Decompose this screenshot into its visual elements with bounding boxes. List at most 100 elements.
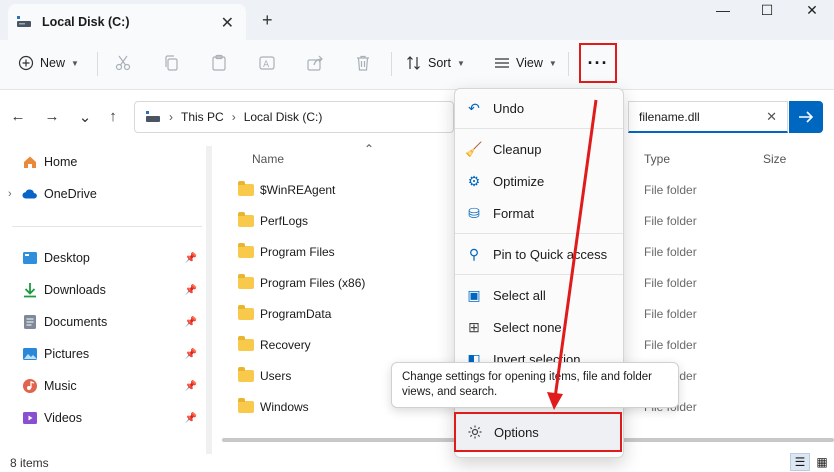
menu-item-cleanup[interactable]: 🧹 Cleanup [455, 134, 623, 164]
breadcrumb-chevron-icon: › [169, 110, 173, 124]
sidebar-item-desktop[interactable]: Desktop 📌 [0, 244, 205, 272]
column-header-type[interactable]: Type [644, 152, 670, 166]
new-tab-button[interactable]: + [262, 10, 273, 31]
column-header-name[interactable]: Name [252, 152, 284, 166]
gear-icon [466, 423, 484, 441]
rename-icon[interactable]: A [256, 52, 278, 74]
cut-icon[interactable] [112, 52, 134, 74]
menu-item-label: Options [494, 424, 539, 440]
optimize-icon: ⚙ [467, 172, 481, 189]
sidebar-item-home[interactable]: Home [0, 148, 205, 176]
sidebar-item-label: Desktop [44, 251, 90, 265]
pin-icon[interactable]: 📌 [185, 285, 197, 296]
divider [97, 52, 98, 76]
desktop-icon [22, 250, 38, 266]
sidebar-item-label: Documents [44, 315, 108, 329]
sidebar-item-label: Downloads [44, 283, 106, 297]
folder-icon [238, 274, 254, 289]
broom-icon: 🧹 [465, 140, 483, 157]
cloud-icon [22, 186, 38, 202]
sort-icon [407, 56, 420, 70]
tiles-view-icon[interactable]: ▦ [812, 453, 832, 471]
folder-icon [238, 212, 254, 227]
new-button[interactable]: New ▼ [18, 50, 79, 76]
select-none-icon: ⊞ [468, 318, 480, 335]
sidebar-item-label: OneDrive [44, 187, 97, 201]
menu-item-pin-to-quick-access[interactable]: ⚲ Pin to Quick access [455, 239, 623, 269]
forward-arrow-icon[interactable]: → [42, 108, 62, 125]
breadcrumb-chevron-icon: › [231, 110, 236, 124]
minimize-button[interactable]: — [703, 2, 743, 18]
breadcrumb-this-pc[interactable]: This PC [181, 110, 224, 124]
up-arrow-icon[interactable]: ↑ [103, 108, 123, 125]
folder-icon [238, 367, 254, 382]
sidebar-item-onedrive[interactable]: › OneDrive [0, 180, 205, 208]
sidebar-item-music[interactable]: Music 📌 [0, 372, 205, 400]
tooltip: Change settings for opening items, file … [391, 362, 679, 408]
menu-item-select-all[interactable]: ▣ Select all [455, 280, 623, 310]
file-name: Recovery [260, 338, 311, 352]
sidebar-item-label: Home [44, 155, 78, 169]
divider [568, 52, 569, 76]
sort-button[interactable]: Sort ▼ [406, 50, 465, 76]
menu-item-options[interactable]: Options [454, 412, 622, 452]
menu-item-select-none[interactable]: ⊞ Select none [455, 312, 623, 342]
pin-icon[interactable]: 📌 [185, 381, 197, 392]
close-window-button[interactable]: ✕ [792, 2, 832, 19]
search-value: filename.dll [639, 109, 700, 124]
folder-icon [238, 181, 254, 196]
documents-icon [22, 314, 38, 330]
arrow-right-icon [799, 111, 814, 123]
sidebar-item-pictures[interactable]: Pictures 📌 [0, 340, 205, 368]
menu-item-undo[interactable]: ↶ Undo [455, 93, 623, 123]
pin-icon[interactable]: 📌 [185, 349, 197, 360]
sidebar-scrollbar[interactable] [206, 146, 212, 454]
pin-icon[interactable]: 📌 [185, 317, 197, 328]
breadcrumb-local-disk[interactable]: Local Disk (C:) [244, 110, 323, 124]
divider [12, 226, 202, 227]
file-name: ProgramData [260, 307, 332, 321]
divider [455, 274, 623, 275]
sidebar-item-label: Videos [44, 411, 82, 425]
close-tab-icon[interactable]: ✕ [221, 13, 234, 33]
clear-search-icon[interactable]: ✕ [766, 109, 777, 125]
address-bar[interactable]: › This PC › Local Disk (C:) [134, 101, 454, 133]
copy-icon[interactable] [160, 52, 182, 74]
delete-icon[interactable] [352, 52, 374, 74]
back-arrow-icon[interactable]: ← [8, 108, 28, 125]
pin-icon[interactable]: 📌 [185, 413, 197, 424]
share-icon[interactable] [304, 52, 326, 74]
paste-icon[interactable] [208, 52, 230, 74]
sidebar-item-documents[interactable]: Documents 📌 [0, 308, 205, 336]
undo-icon: ↶ [468, 99, 480, 116]
file-name: Users [260, 369, 292, 383]
videos-icon [22, 410, 38, 426]
menu-item-optimize[interactable]: ⚙ Optimize [455, 166, 623, 196]
pin-icon[interactable]: 📌 [185, 253, 197, 264]
details-view-icon[interactable]: ☰ [790, 453, 810, 471]
select-all-icon: ▣ [467, 286, 481, 303]
file-name: Program Files (x86) [260, 276, 366, 290]
format-icon: ⛁ [468, 204, 480, 221]
expand-chevron-icon[interactable]: › [8, 188, 22, 200]
menu-item-label: Undo [493, 100, 525, 116]
view-button[interactable]: View ▼ [494, 50, 557, 76]
folder-icon [238, 398, 254, 413]
search-submit-button[interactable] [789, 101, 823, 133]
menu-item-label: Format [493, 205, 535, 221]
search-input[interactable]: filename.dll ✕ [628, 101, 788, 133]
maximize-button[interactable]: ☐ [747, 2, 787, 19]
sidebar-item-videos[interactable]: Videos 📌 [0, 404, 205, 432]
file-type: File folder [644, 338, 697, 352]
see-more-button[interactable]: ··· [579, 43, 617, 83]
tab-local-disk[interactable]: Local Disk (C:) ✕ [8, 4, 246, 40]
pictures-icon [22, 346, 38, 362]
tab-title: Local Disk (C:) [42, 15, 130, 29]
chevron-down-icon[interactable]: ⌄ [75, 108, 95, 126]
chevron-down-icon: ▼ [456, 58, 465, 68]
sidebar-item-downloads[interactable]: Downloads 📌 [0, 276, 205, 304]
menu-item-format[interactable]: ⛁ Format [455, 198, 623, 228]
file-type: File folder [644, 183, 697, 197]
sidebar-item-label: Pictures [44, 347, 90, 361]
column-header-size[interactable]: Size [763, 152, 786, 166]
